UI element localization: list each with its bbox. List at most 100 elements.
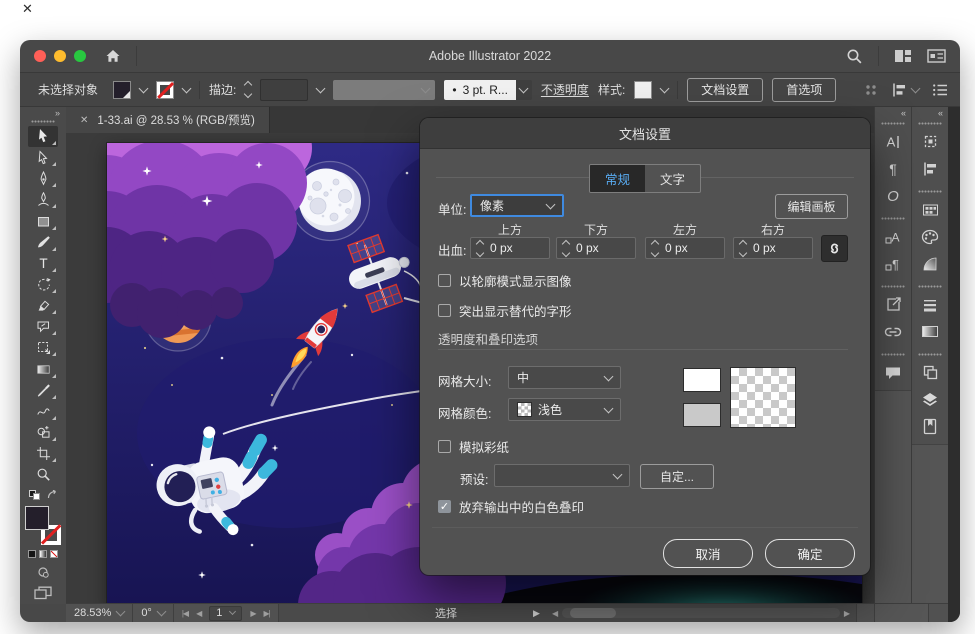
scrollbar-track[interactable] [562,608,840,618]
artboard-number-dropdown[interactable]: 1 [209,606,242,621]
direct-selection-tool[interactable] [28,147,58,168]
libraries-panel-icon[interactable] [912,413,948,440]
bleed-top-field[interactable]: 0 px [470,237,550,259]
zoom-level-dropdown[interactable]: 28.53% [66,604,133,622]
comments-panel-icon[interactable] [875,359,911,386]
panel-drag-handle[interactable] [918,285,942,288]
cancel-button[interactable]: 取消 [663,539,753,568]
panel-drag-handle[interactable] [881,285,905,288]
bleed-left-field[interactable]: 0 px [645,237,725,259]
outline-mode-checkbox-row[interactable]: 以轮廓模式显示图像 [438,271,572,290]
horizontal-scrollbar[interactable]: ◀ ▶ [552,607,850,619]
search-icon[interactable] [846,48,863,65]
fill-stroke-widget[interactable] [25,506,61,544]
traffic-minimize-button[interactable] [54,50,66,62]
panel-toggle-icon[interactable] [927,49,946,63]
style-chevron-icon[interactable] [660,83,670,93]
custom-button[interactable]: 自定... [640,464,714,489]
style-swatch[interactable] [634,81,652,99]
arrange-dots-icon[interactable] [864,83,878,97]
status-play-icon[interactable]: ▶ [533,608,540,619]
gradient-tool[interactable] [28,358,58,379]
type-tool[interactable]: T [28,253,58,274]
panel-drag-handle[interactable] [918,353,942,356]
swatches-panel-icon[interactable] [912,196,948,223]
dialog-title[interactable]: 文档设置 [420,118,870,149]
artboard-tool[interactable] [28,443,58,464]
paragraph-panel-icon[interactable]: ¶ [875,155,911,182]
color-mode-icon[interactable] [28,550,36,558]
zoom-tool[interactable] [28,464,58,485]
outline-mode-checkbox[interactable] [438,274,451,287]
bleed-right-field[interactable]: 0 px [733,237,813,259]
free-transform-tool[interactable] [28,337,58,358]
discard-white-overprint-checkbox-row[interactable]: ✓ 放弃输出中的白色叠印 [438,497,584,516]
stroke-color-swatch[interactable] [156,81,174,99]
opacity-link[interactable]: 不透明度 [541,81,589,98]
gradient-mode-icon[interactable] [39,550,47,558]
none-mode-icon[interactable] [50,550,58,558]
expand-panels-icon[interactable]: « [938,107,948,120]
traffic-close-button[interactable] [34,50,46,62]
panel-drag-handle[interactable] [918,190,942,193]
shape-builder-tool[interactable] [28,422,58,443]
panel-drag-handle[interactable] [881,353,905,356]
selection-tool[interactable] [28,126,58,147]
screen-mode-button[interactable] [28,583,58,604]
curvature-tool[interactable] [28,189,58,210]
home-icon[interactable] [104,48,122,64]
document-tab[interactable]: ✕ 1-33.ai @ 28.53 % (RGB/预览) [66,107,270,133]
gradient-swatch-panel-icon[interactable] [912,318,948,345]
width-profile-dropdown[interactable] [333,80,435,100]
substituted-glyphs-checkbox[interactable] [438,304,451,317]
discard-white-overprint-checkbox[interactable]: ✓ [438,500,451,513]
substituted-glyphs-checkbox-row[interactable]: 突出显示替代的字形 [438,301,572,320]
preferences-button[interactable]: 首选项 [772,78,836,102]
units-dropdown[interactable]: 像素 [470,194,564,217]
gradient-panel-icon[interactable] [912,250,948,277]
drawing-modes-button[interactable] [28,562,58,583]
toolbar-drag-handle[interactable] [31,120,55,123]
bleed-link-icon[interactable] [821,235,848,262]
paintbrush-tool[interactable] [28,232,58,253]
prev-artboard-button[interactable]: ◀ [196,609,201,618]
rectangle-tool[interactable] [28,210,58,231]
links-panel-icon[interactable] [875,318,911,345]
layers-panel-icon[interactable] [912,386,948,413]
rotation-dropdown[interactable]: 0° [133,604,174,622]
scrollbar-thumb[interactable] [570,608,616,618]
grid-size-dropdown[interactable]: 中 [508,366,621,389]
character-panel-icon[interactable]: A [875,128,911,155]
stroke-weight-field[interactable] [260,79,308,101]
tab-general[interactable]: 常规 [590,165,645,192]
character-styles-panel-icon[interactable]: A [875,223,911,250]
eyedropper-tool[interactable] [28,380,58,401]
stroke-weight-stepper[interactable] [245,82,251,97]
fill-color-swatch[interactable] [113,81,131,99]
panel-drag-handle[interactable] [881,217,905,220]
stroke-weight-chevron-icon[interactable] [316,83,326,93]
rotate-tool[interactable] [28,274,58,295]
align-dropdown[interactable] [891,82,919,98]
simulate-paper-checkbox-row[interactable]: 模拟彩纸 [438,437,509,456]
fill-chevron-icon[interactable] [139,83,149,93]
paragraph-styles-panel-icon[interactable]: ¶ [875,250,911,277]
expand-panels-icon[interactable]: « [901,107,911,120]
align-panel-icon[interactable] [912,155,948,182]
tab-type[interactable]: 文字 [645,165,700,192]
opentype-panel-icon[interactable]: O [875,182,911,209]
panel-drag-handle[interactable] [918,122,942,125]
brush-definition-dropdown[interactable]: • 3 pt. R... [444,80,516,100]
fill-swatch-large[interactable] [25,506,49,530]
document-setup-button[interactable]: 文档设置 [687,78,763,102]
stroke-chevron-icon[interactable] [182,83,192,93]
simulate-paper-checkbox[interactable] [438,440,451,453]
menu-list-icon[interactable] [932,83,948,97]
workspace-switcher-icon[interactable] [894,49,912,63]
bleed-bottom-field[interactable]: 0 px [556,237,636,259]
swap-colors-icon[interactable] [47,490,58,500]
export-panel-icon[interactable] [875,291,911,318]
pathfinder-panel-icon[interactable] [912,359,948,386]
edit-artboards-button[interactable]: 编辑画板 [775,194,848,219]
ok-button[interactable]: 确定 [765,539,855,568]
